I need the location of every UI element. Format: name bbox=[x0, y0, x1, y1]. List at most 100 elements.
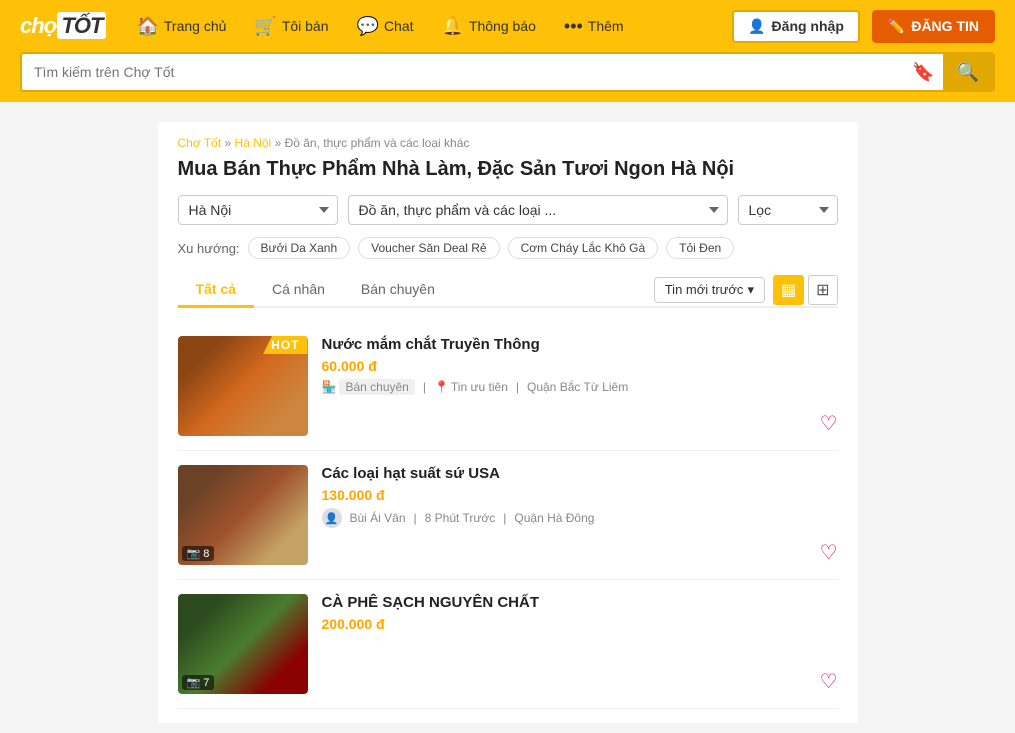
breadcrumb-cho-tot[interactable]: Chợ Tốt bbox=[178, 136, 222, 150]
breadcrumb-sep2: » bbox=[275, 136, 285, 150]
listing-thumb-0[interactable]: HOT bbox=[178, 336, 308, 436]
breadcrumb: Chợ Tốt » Hà Nội » Đồ ăn, thực phẩm và c… bbox=[178, 136, 838, 150]
edit-icon: ✏️ bbox=[888, 18, 905, 35]
nav-toi-ban-label: Tôi bán bbox=[282, 18, 329, 34]
post-button[interactable]: ✏️ ĐĂNG TIN bbox=[872, 10, 995, 43]
seller-type-tag: 🏪 Bán chuyên bbox=[322, 379, 415, 395]
location-label-1: Quận Hà Đông bbox=[514, 511, 594, 525]
search-bar: 🔖 🔍 bbox=[0, 52, 1015, 102]
search-inner: 🔖 🔍 bbox=[20, 52, 995, 92]
view-grid-button[interactable]: ▦ bbox=[773, 275, 804, 305]
camera-icon-2: 📷 bbox=[187, 676, 201, 689]
bell-icon: 🔔 bbox=[442, 16, 464, 37]
count-label-2: 7 bbox=[203, 677, 209, 689]
user-icon: 👤 bbox=[748, 18, 765, 35]
search-icon: 🔍 bbox=[957, 62, 979, 83]
listing-meta-1: 👤 Bùi Ái Vân | 8 Phút Trước | Quận Hà Đô… bbox=[322, 508, 838, 528]
seller-name-1: Bùi Ái Vân bbox=[350, 511, 406, 525]
listing-price-0: 60.000 đ bbox=[322, 358, 838, 374]
listing-price-2: 200.000 đ bbox=[322, 616, 838, 632]
tab-ca-nhan[interactable]: Cá nhân bbox=[254, 273, 343, 308]
listing-info-1: Các loại hạt suất sứ USA 130.000 đ 👤 Bùi… bbox=[322, 465, 838, 565]
nav-chat[interactable]: 💬 Chat bbox=[357, 16, 414, 37]
meta-sep2: | bbox=[516, 380, 519, 394]
nav-trang-chu-label: Trang chủ bbox=[164, 18, 227, 34]
home-icon: 🏠 bbox=[136, 16, 158, 37]
listing-title-1[interactable]: Các loại hạt suất sứ USA bbox=[322, 465, 838, 482]
search-input[interactable] bbox=[22, 64, 904, 80]
search-button[interactable]: 🔍 bbox=[943, 54, 993, 90]
logo-cho: chợ bbox=[20, 13, 57, 38]
chevron-down-icon: ▾ bbox=[747, 282, 754, 298]
page-title: Mua Bán Thực Phẩm Nhà Làm, Đặc Sản Tươi … bbox=[178, 158, 838, 181]
trending-row: Xu hướng: Bưởi Da Xanh Voucher Săn Deal … bbox=[178, 237, 838, 259]
more-icon: ••• bbox=[564, 16, 583, 37]
priority-label: Tin ưu tiên bbox=[451, 380, 508, 394]
trend-tag-com[interactable]: Cơm Cháy Lắc Khô Gà bbox=[508, 237, 659, 259]
bookmark-icon[interactable]: 🔖 bbox=[904, 62, 942, 83]
priority-icon: 📍 bbox=[434, 380, 449, 394]
favorite-button-1[interactable]: ♡ bbox=[820, 540, 838, 565]
listing-item-1: 📷 8 Các loại hạt suất sứ USA 130.000 đ 👤… bbox=[178, 451, 838, 580]
thumb-count-2: 📷 7 bbox=[182, 675, 215, 690]
location-filter[interactable]: Hà Nội bbox=[178, 195, 338, 225]
nav-thong-bao[interactable]: 🔔 Thông báo bbox=[442, 16, 536, 37]
camera-icon: 📷 bbox=[187, 547, 201, 560]
thumb-count-1: 📷 8 bbox=[182, 546, 215, 561]
listing-title-0[interactable]: Nước mắm chắt Truyền Thông bbox=[322, 336, 838, 353]
listing-thumb-2[interactable]: 📷 7 bbox=[178, 594, 308, 694]
logo-tot: TỐT bbox=[57, 12, 106, 39]
favorite-button-2[interactable]: ♡ bbox=[820, 669, 838, 694]
time-ago-1: 8 Phút Trước bbox=[425, 511, 496, 525]
meta-sep-1: | bbox=[414, 511, 417, 525]
seller-type-label: Bán chuyên bbox=[339, 379, 414, 395]
breadcrumb-ha-noi[interactable]: Hà Nội bbox=[235, 136, 272, 150]
seller-avatar-1: 👤 bbox=[322, 508, 342, 528]
listing-price-1: 130.000 đ bbox=[322, 487, 838, 503]
favorite-button-0[interactable]: ♡ bbox=[820, 411, 838, 436]
tab-ban-chuyen[interactable]: Bán chuyên bbox=[343, 273, 453, 308]
nav-thong-bao-label: Thông báo bbox=[469, 18, 536, 34]
view-buttons: ▦ ⊞ bbox=[773, 275, 838, 305]
listing-info-2: CÀ PHÊ SẠCH NGUYÊN CHẤT 200.000 đ bbox=[322, 594, 838, 694]
trend-tag-buoi[interactable]: Bưởi Da Xanh bbox=[248, 237, 351, 259]
hot-badge: HOT bbox=[263, 336, 307, 354]
logo[interactable]: chợTỐT bbox=[20, 13, 106, 39]
nav-right: 👤 Đăng nhập ✏️ ĐĂNG TIN bbox=[732, 10, 995, 43]
category-filter[interactable]: Đồ ăn, thực phẩm và các loại ... bbox=[348, 195, 728, 225]
nav-chat-label: Chat bbox=[384, 18, 414, 34]
priority-tag: 📍 Tin ưu tiên bbox=[434, 380, 508, 394]
breadcrumb-sep1: » bbox=[225, 136, 235, 150]
listing-title-2[interactable]: CÀ PHÊ SẠCH NGUYÊN CHẤT bbox=[322, 594, 838, 611]
location-label-0: Quận Bắc Từ Liêm bbox=[527, 380, 628, 394]
login-label: Đăng nhập bbox=[772, 18, 844, 34]
trending-label: Xu hướng: bbox=[178, 241, 240, 256]
nav-toi-ban[interactable]: 🛒 Tôi bán bbox=[254, 16, 328, 37]
login-button[interactable]: 👤 Đăng nhập bbox=[732, 10, 860, 43]
top-navigation: chợTỐT 🏠 Trang chủ 🛒 Tôi bán 💬 Chat 🔔 Th… bbox=[0, 0, 1015, 52]
listing-thumb-1[interactable]: 📷 8 bbox=[178, 465, 308, 565]
trend-tag-toi[interactable]: Tỏi Đen bbox=[666, 237, 734, 259]
tab-row: Tất cả Cá nhân Bán chuyên Tin mới trước … bbox=[178, 273, 838, 308]
tabs-left: Tất cả Cá nhân Bán chuyên bbox=[178, 273, 654, 306]
sort-dropdown[interactable]: Tin mới trước ▾ bbox=[654, 277, 765, 303]
sort-filter[interactable]: Lọc bbox=[738, 195, 838, 225]
trend-tag-voucher[interactable]: Voucher Săn Deal Rẻ bbox=[358, 237, 499, 259]
nav-them[interactable]: ••• Thêm bbox=[564, 16, 624, 37]
listing-item-2: 📷 7 CÀ PHÊ SẠCH NGUYÊN CHẤT 200.000 đ ♡ bbox=[178, 580, 838, 709]
view-list-button[interactable]: ⊞ bbox=[808, 275, 837, 305]
nav-links: 🏠 Trang chủ 🛒 Tôi bán 💬 Chat 🔔 Thông báo… bbox=[136, 16, 732, 37]
seller-icon: 🏪 bbox=[322, 380, 337, 394]
count-label-1: 8 bbox=[203, 548, 209, 560]
breadcrumb-current: Đồ ăn, thực phẩm và các loại khác bbox=[285, 136, 470, 150]
listing-meta-0: 🏪 Bán chuyên | 📍 Tin ưu tiên | Quận Bắc … bbox=[322, 379, 838, 395]
sell-icon: 🛒 bbox=[254, 16, 276, 37]
sort-label: Tin mới trước bbox=[665, 282, 744, 297]
main-content: Chợ Tốt » Hà Nội » Đồ ăn, thực phẩm và c… bbox=[158, 122, 858, 723]
nav-trang-chu[interactable]: 🏠 Trang chủ bbox=[136, 16, 226, 37]
tab-tat-ca[interactable]: Tất cả bbox=[178, 273, 254, 308]
chat-icon: 💬 bbox=[357, 16, 379, 37]
filter-row: Hà Nội Đồ ăn, thực phẩm và các loại ... … bbox=[178, 195, 838, 225]
listing-info-0: Nước mắm chắt Truyền Thông 60.000 đ 🏪 Bá… bbox=[322, 336, 838, 436]
listing-item-0: HOT Nước mắm chắt Truyền Thông 60.000 đ … bbox=[178, 322, 838, 451]
